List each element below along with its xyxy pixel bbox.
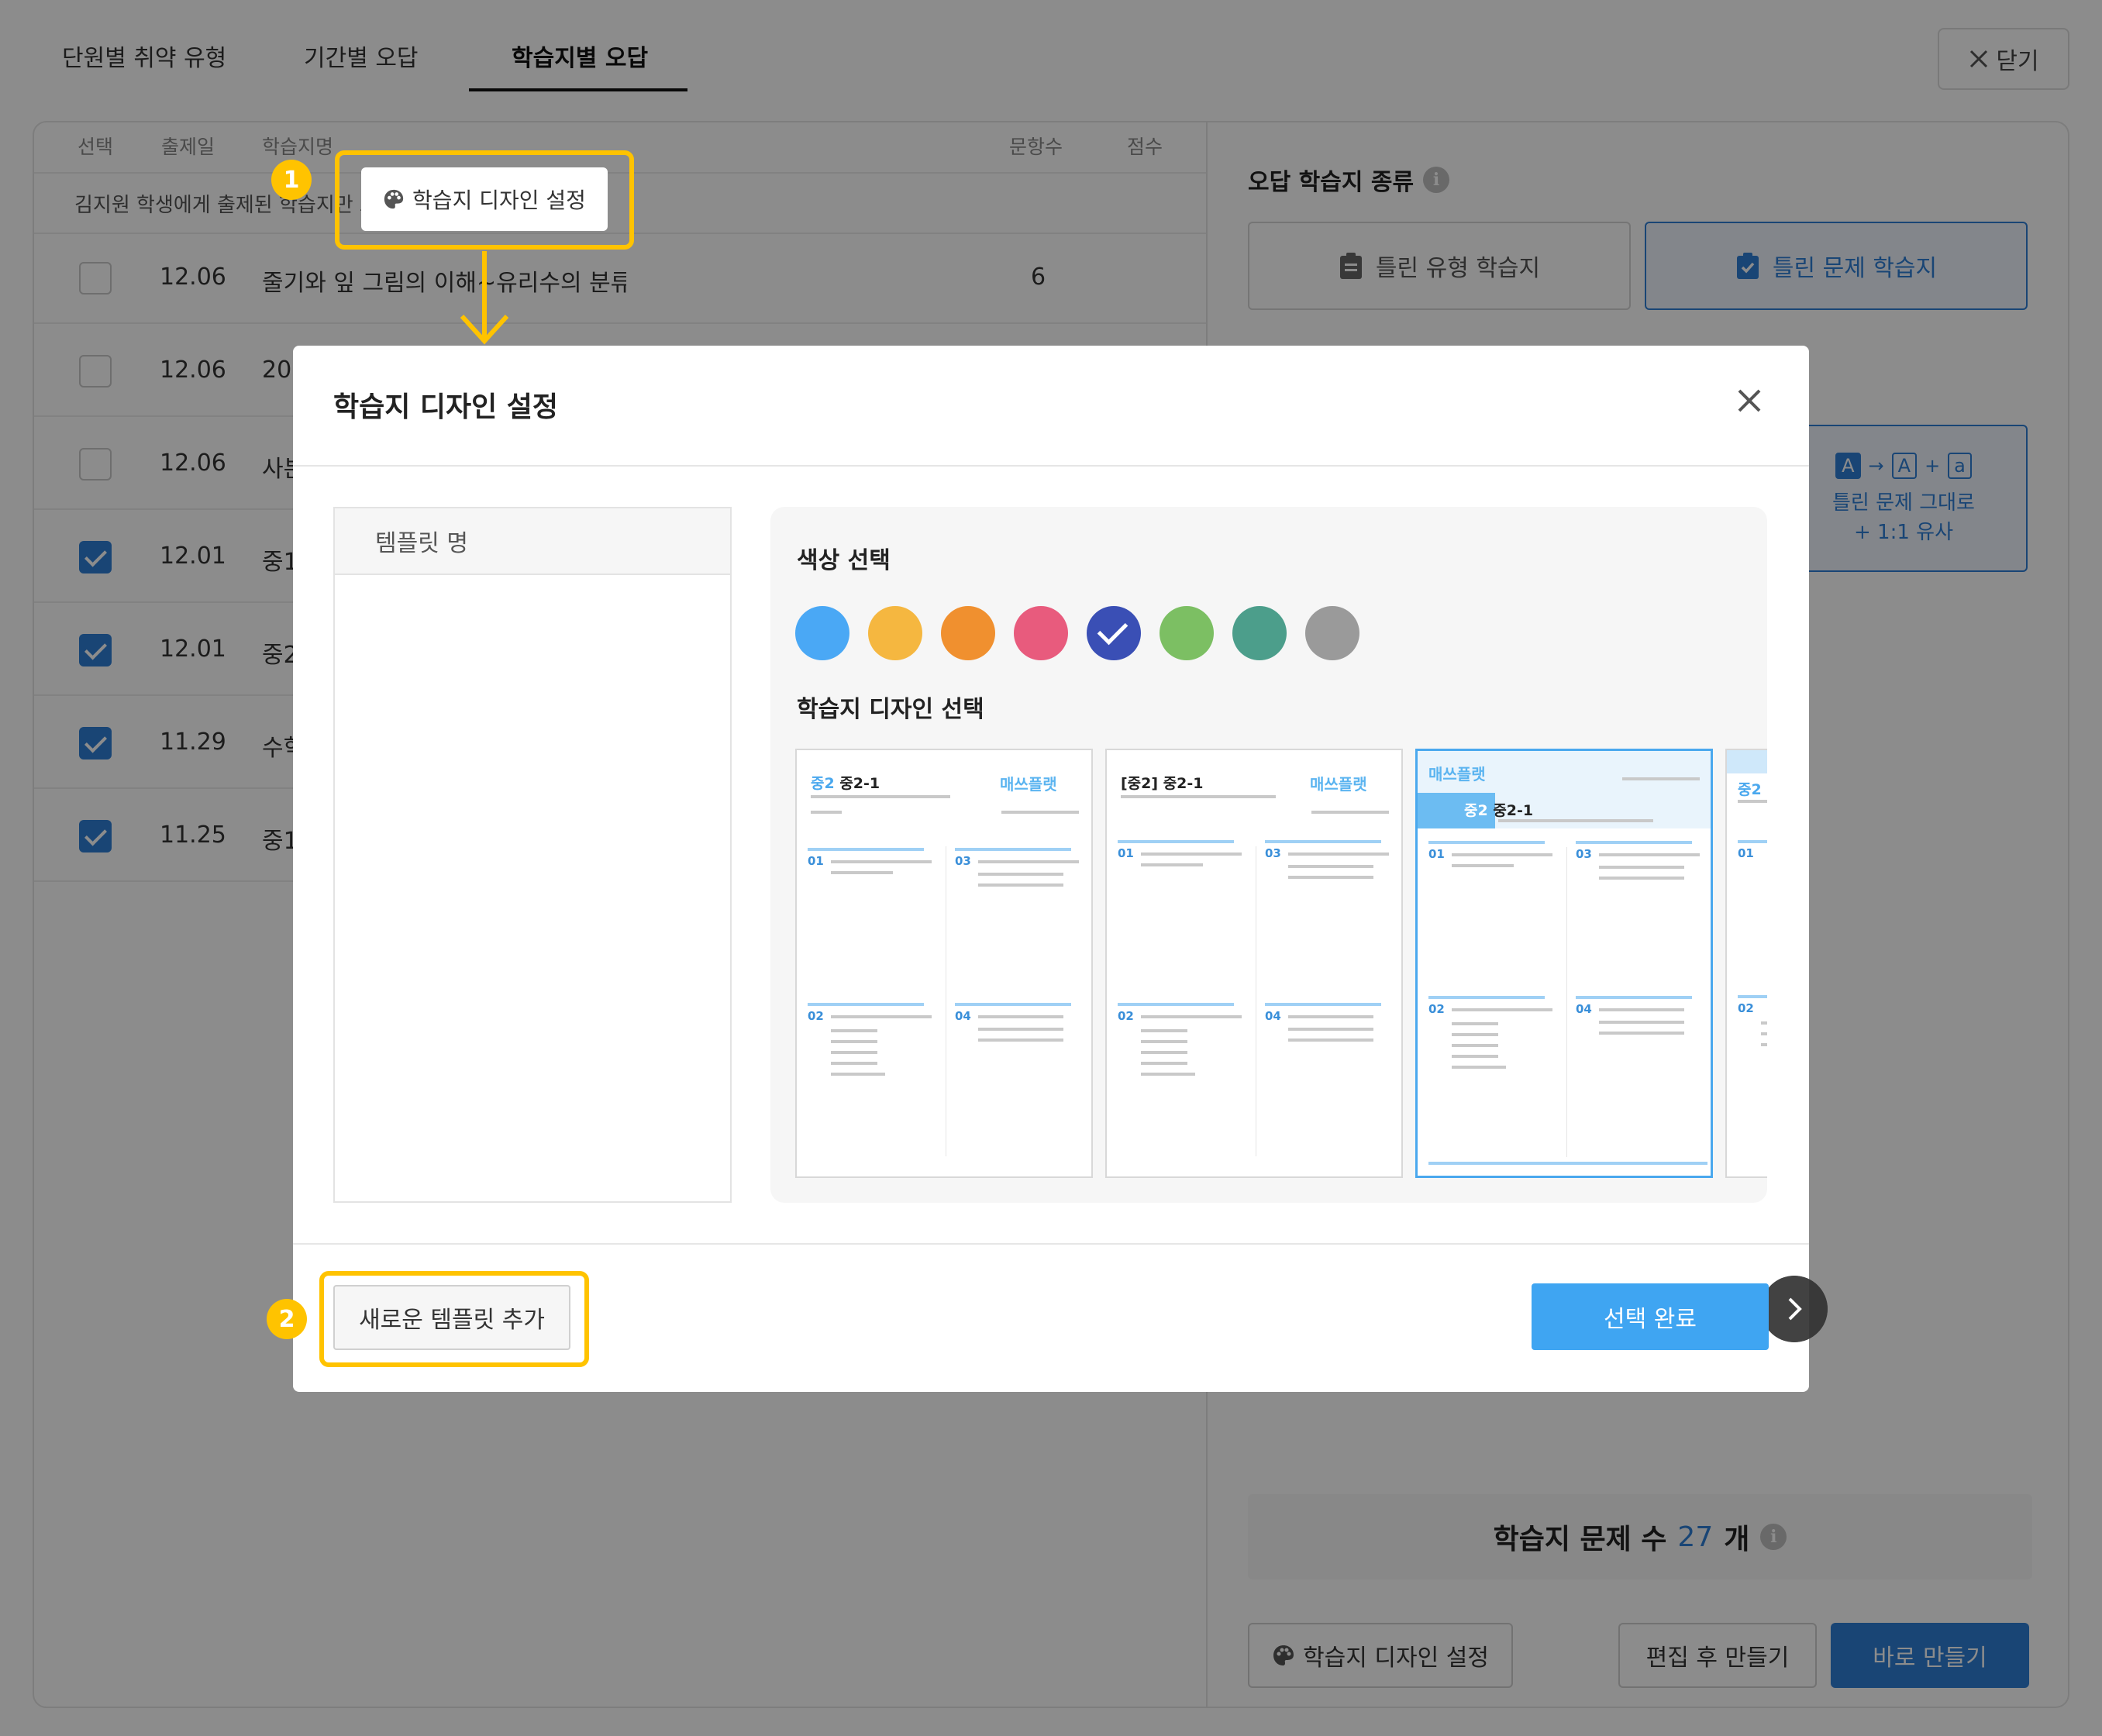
color-swatch-teal[interactable] bbox=[1232, 606, 1287, 660]
step-badge-2: 2 bbox=[267, 1299, 307, 1339]
select-done-button[interactable]: 선택 완료 bbox=[1532, 1283, 1769, 1350]
question-number: 03 bbox=[1576, 847, 1592, 861]
thumb-title: [중2] 중2-1 bbox=[1121, 775, 1204, 792]
question-number: 02 bbox=[1428, 1002, 1445, 1016]
template-list-header: 템플릿 명 bbox=[335, 508, 730, 575]
color-swatch-pink[interactable] bbox=[1014, 606, 1068, 660]
design-thumbnail-2[interactable]: [중2] 중2-1 매쓰플랫 01 03 02 04 bbox=[1105, 749, 1403, 1178]
color-swatch-yellow[interactable] bbox=[868, 606, 922, 660]
thumb-title: 중2 중2-1 bbox=[811, 775, 880, 792]
question-number: 01 bbox=[1428, 847, 1445, 861]
brand-logo: 매쓰플랫 bbox=[1428, 765, 1486, 784]
template-list: 템플릿 명 bbox=[333, 507, 732, 1203]
question-number: 02 bbox=[1738, 1001, 1754, 1015]
highlight-box-2 bbox=[319, 1271, 589, 1367]
question-number: 04 bbox=[1265, 1009, 1281, 1023]
question-number: 02 bbox=[1118, 1009, 1134, 1023]
modal-close-icon[interactable] bbox=[1730, 381, 1769, 420]
design-thumbnail-4[interactable]: 중2 01 02 bbox=[1725, 749, 1767, 1178]
question-number: 04 bbox=[955, 1009, 971, 1023]
color-section-label: 색상 선택 bbox=[797, 547, 891, 574]
divider bbox=[293, 1243, 1809, 1245]
question-number: 03 bbox=[1265, 846, 1281, 860]
thumb-title: 중2 bbox=[1738, 781, 1762, 798]
step-badge-1: 1 bbox=[271, 160, 312, 200]
color-swatch-indigo[interactable] bbox=[1087, 606, 1141, 660]
question-number: 01 bbox=[1738, 846, 1754, 860]
divider bbox=[293, 465, 1809, 467]
design-thumbnail-3[interactable]: 매쓰플랫 중2 중2-1 01 03 02 04 bbox=[1415, 749, 1713, 1178]
next-design-button[interactable] bbox=[1761, 1276, 1828, 1342]
question-number: 04 bbox=[1576, 1002, 1592, 1016]
highlight-box-1 bbox=[335, 150, 634, 250]
question-number: 03 bbox=[955, 854, 971, 868]
color-swatch-green[interactable] bbox=[1160, 606, 1214, 660]
color-swatch-orange[interactable] bbox=[941, 606, 995, 660]
design-section-label: 학습지 디자인 선택 bbox=[797, 696, 984, 723]
design-settings-modal: 학습지 디자인 설정 템플릿 명 색상 선택 학습지 디자인 선택 중2 중2-… bbox=[293, 346, 1828, 1392]
thumb-title: 중2 중2-1 bbox=[1464, 802, 1534, 819]
question-number: 01 bbox=[1118, 846, 1134, 860]
question-number: 02 bbox=[808, 1009, 824, 1023]
color-swatch-blue[interactable] bbox=[795, 606, 849, 660]
color-swatch-gray[interactable] bbox=[1305, 606, 1359, 660]
brand-logo: 매쓰플랫 bbox=[1310, 775, 1367, 794]
arrow-down-icon bbox=[460, 251, 509, 345]
design-options-area: 색상 선택 학습지 디자인 선택 중2 중2-1 매쓰플랫 01 03 02 0… bbox=[770, 507, 1767, 1203]
question-number: 01 bbox=[808, 854, 824, 868]
design-thumbnail-1[interactable]: 중2 중2-1 매쓰플랫 01 03 02 04 bbox=[795, 749, 1093, 1178]
brand-logo: 매쓰플랫 bbox=[1000, 775, 1057, 794]
modal-title: 학습지 디자인 설정 bbox=[333, 391, 559, 423]
